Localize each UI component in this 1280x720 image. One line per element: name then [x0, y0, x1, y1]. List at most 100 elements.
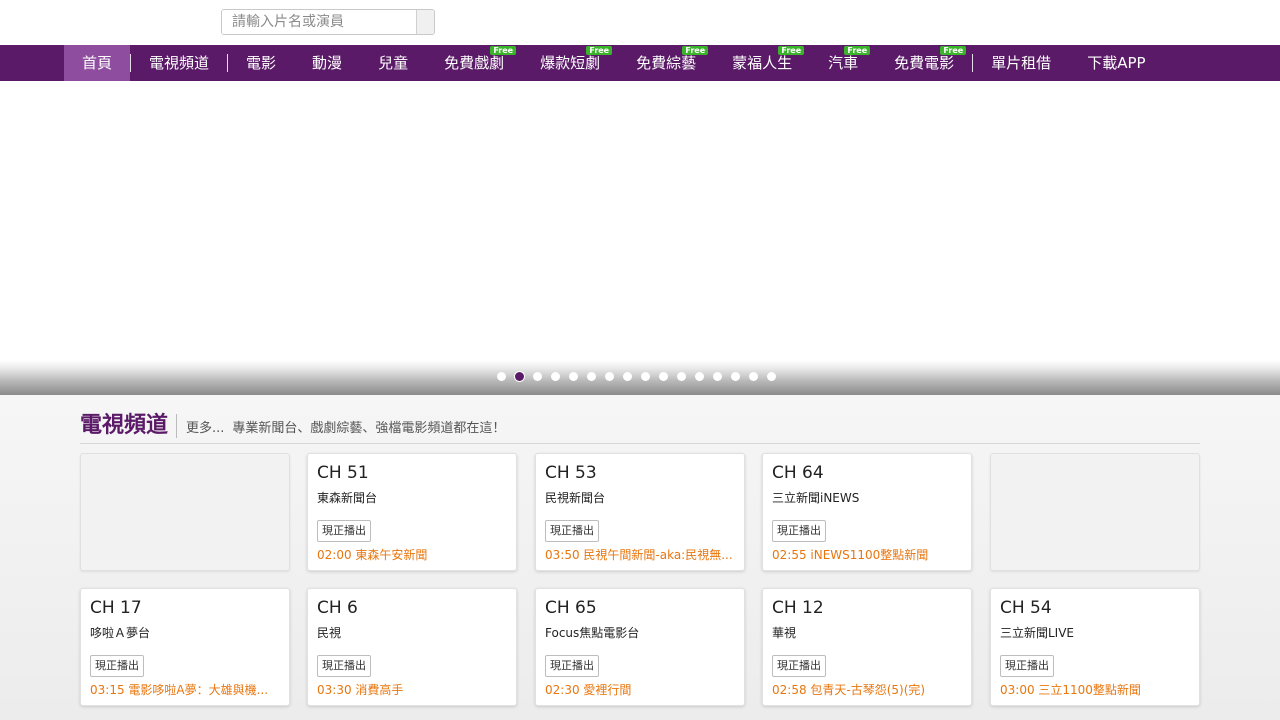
current-program: 02:00 東森午安新聞: [317, 548, 428, 562]
channel-name: 民視: [317, 626, 342, 640]
nav-item-label: 爆款短劇: [540, 54, 601, 72]
free-badge: Free: [586, 46, 613, 55]
channel-card[interactable]: CH 51 東森新聞台 現正播出 02:00 東森午安新聞: [307, 453, 517, 571]
search-box: [221, 9, 435, 35]
now-playing-badge: 現正播出: [90, 655, 144, 677]
nav-item-label: 單片租借: [991, 54, 1052, 72]
current-program: 03:30 消費高手: [317, 683, 404, 697]
now-playing-badge: 現正播出: [772, 655, 826, 677]
free-badge: Free: [490, 46, 517, 55]
channel-name: 三立新聞iNEWS: [772, 491, 860, 505]
nav-item-label: 下載APP: [1087, 54, 1146, 72]
nav-item-label: 免費電影: [894, 54, 955, 72]
now-playing-badge: 現正播出: [545, 520, 599, 542]
nav-item-label: 動漫: [312, 54, 343, 72]
hero-banner[interactable]: [0, 81, 1280, 361]
channel-card-placeholder: [80, 453, 290, 571]
channel-name: 華視: [772, 626, 797, 640]
channel-number: CH 53: [545, 463, 597, 483]
carousel-dot[interactable]: [694, 372, 704, 381]
nav-item-label: 電視頻道: [149, 54, 210, 72]
carousel-dot[interactable]: [712, 372, 722, 381]
channel-number: CH 17: [90, 598, 142, 618]
nav-item-label: 首頁: [82, 54, 113, 72]
nav-item-short-drama[interactable]: 爆款短劇 Free: [522, 45, 618, 81]
now-playing-badge: 現正播出: [317, 655, 371, 677]
channel-name: Focus焦點電影台: [545, 626, 640, 640]
nav-item-anime[interactable]: 動漫: [294, 45, 360, 81]
main-nav: 首頁 電視頻道 電影 動漫 兒童 免費戲劇 Free 爆款短劇 Free 免費綜藝 F…: [0, 45, 1280, 81]
nav-item-free-variety[interactable]: 免費綜藝 Free: [618, 45, 714, 81]
carousel-dot[interactable]: [586, 372, 596, 381]
channel-card[interactable]: CH 64 三立新聞iNEWS 現正播出 02:55 iNEWS1100整點新聞: [762, 453, 972, 571]
nav-item-free-movies[interactable]: 免費電影 Free: [876, 45, 972, 81]
channel-name: 哆啦Ａ夢台: [90, 626, 151, 640]
channel-number: CH 12: [772, 598, 824, 618]
now-playing-badge: 現正播出: [772, 520, 826, 542]
now-playing-badge: 現正播出: [545, 655, 599, 677]
nav-item-rental[interactable]: 單片租借: [973, 45, 1069, 81]
carousel-dot[interactable]: [730, 372, 740, 381]
carousel-dot[interactable]: [748, 372, 758, 381]
free-badge: Free: [844, 46, 871, 55]
more-link[interactable]: 更多...: [186, 417, 224, 436]
channel-number: CH 65: [545, 598, 597, 618]
carousel-dot[interactable]: [622, 372, 632, 381]
current-program: 02:55 iNEWS1100整點新聞: [772, 548, 929, 562]
nav-item-kids[interactable]: 兒童: [360, 45, 426, 81]
top-bar: [0, 0, 1280, 45]
current-program: 03:00 三立1100整點新聞: [1000, 683, 1141, 697]
nav-item-cars[interactable]: 汽車 Free: [810, 45, 876, 81]
channel-card-placeholder: [990, 453, 1200, 571]
channel-card[interactable]: CH 12 華視 現正播出 02:58 包青天-古琴怨(5)(完): [762, 588, 972, 706]
nav-item-label: 汽車: [828, 54, 859, 72]
carousel-dot[interactable]: [604, 372, 614, 381]
carousel-dot[interactable]: [568, 372, 578, 381]
now-playing-badge: 現正播出: [1000, 655, 1054, 677]
search-button[interactable]: [416, 10, 434, 34]
nav-item-label: 蒙福人生: [732, 54, 793, 72]
channel-name: 東森新聞台: [317, 491, 378, 505]
nav-item-home[interactable]: 首頁: [64, 45, 131, 81]
current-program: 02:30 愛裡行間: [545, 683, 632, 697]
channel-number: CH 6: [317, 598, 358, 618]
carousel-dots: [0, 372, 1280, 381]
carousel-dot[interactable]: [658, 372, 668, 381]
channel-card[interactable]: CH 6 民視 現正播出 03:30 消費高手: [307, 588, 517, 706]
nav-item-label: 兒童: [378, 54, 409, 72]
carousel-dot[interactable]: [514, 372, 524, 381]
carousel-dot[interactable]: [640, 372, 650, 381]
channel-card[interactable]: CH 17 哆啦Ａ夢台 現正播出 03:15 電影哆啦A夢：大雄與機...: [80, 588, 290, 706]
channel-number: CH 64: [772, 463, 824, 483]
carousel-dot[interactable]: [766, 372, 776, 381]
free-badge: Free: [940, 46, 967, 55]
nav-item-label: 免費綜藝: [636, 54, 697, 72]
channel-number: CH 54: [1000, 598, 1052, 618]
now-playing-badge: 現正播出: [317, 520, 371, 542]
carousel-dot[interactable]: [496, 372, 506, 381]
search-input[interactable]: [222, 10, 416, 34]
carousel-dot[interactable]: [532, 372, 542, 381]
section-description: 專業新聞台、戲劇綜藝、強檔電影頻道都在這！: [232, 420, 506, 436]
carousel-dot[interactable]: [676, 372, 686, 381]
channel-number: CH 51: [317, 463, 369, 483]
channel-name: 三立新聞LIVE: [1000, 626, 1075, 640]
carousel-dot[interactable]: [550, 372, 560, 381]
free-badge: Free: [682, 46, 709, 55]
free-badge: Free: [778, 46, 805, 55]
nav-item-movies[interactable]: 電影: [228, 45, 294, 81]
current-program: 02:58 包青天-古琴怨(5)(完): [772, 683, 926, 697]
nav-item-download-app[interactable]: 下載APP: [1069, 45, 1163, 81]
channel-card[interactable]: CH 54 三立新聞LIVE 現正播出 03:00 三立1100整點新聞: [990, 588, 1200, 706]
channel-card[interactable]: CH 65 Focus焦點電影台 現正播出 02:30 愛裡行間: [535, 588, 745, 706]
channel-card[interactable]: CH 53 民視新聞台 現正播出 03:50 民視午間新聞-aka:民視無...: [535, 453, 745, 571]
nav-item-label: 電影: [246, 54, 277, 72]
nav-item-free-drama[interactable]: 免費戲劇 Free: [426, 45, 522, 81]
nav-item-blessed-life[interactable]: 蒙福人生 Free: [714, 45, 810, 81]
section-title[interactable]: 電視頻道: [80, 414, 178, 438]
current-program: 03:50 民視午間新聞-aka:民視無...: [545, 548, 733, 562]
section-header: 電視頻道 更多... 專業新聞台、戲劇綜藝、強檔電影頻道都在這！: [80, 409, 1200, 444]
carousel-bar: [0, 360, 1280, 395]
nav-item-tv-channels[interactable]: 電視頻道: [131, 45, 227, 81]
nav-item-label: 免費戲劇: [444, 54, 505, 72]
